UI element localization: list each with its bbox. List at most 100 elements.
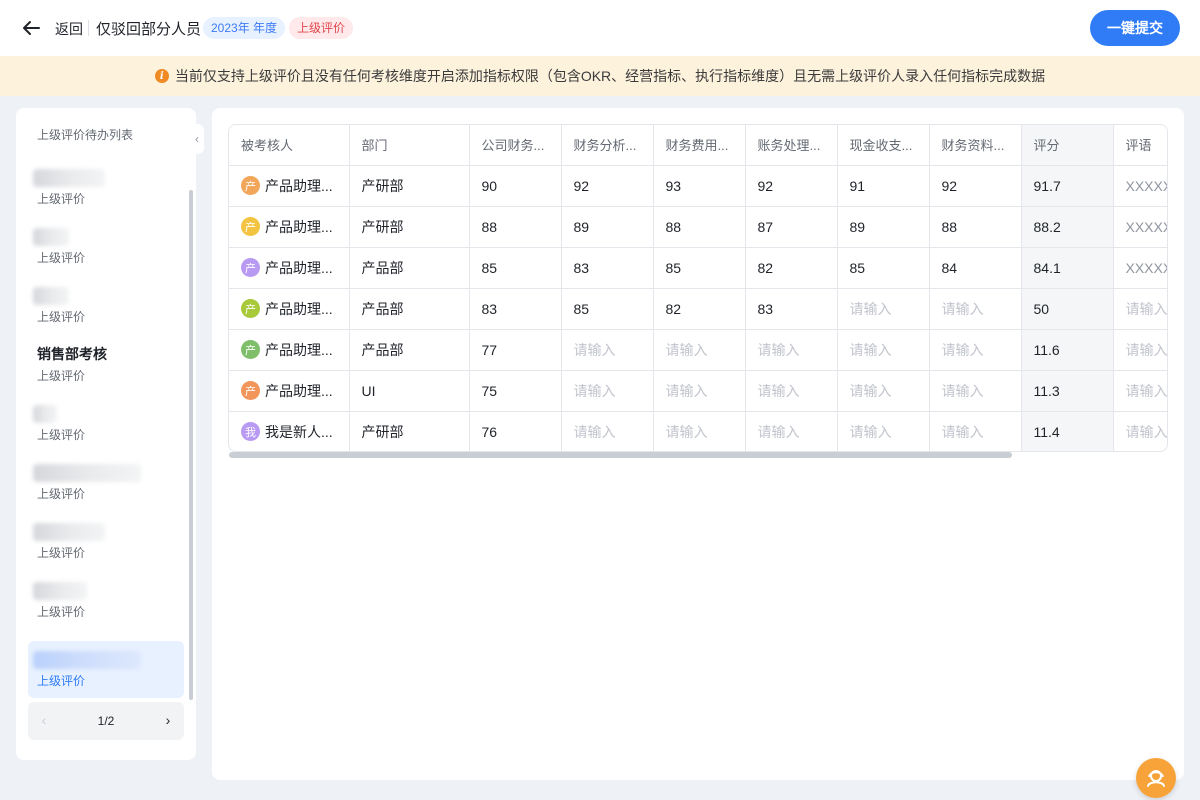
sidebar-collapse-icon[interactable]: ‹ <box>190 124 204 154</box>
employee-cell[interactable]: 我我是新人... <box>229 411 350 451</box>
column-header: 财务分析... <box>561 125 654 166</box>
sidebar-item[interactable]: 上级评价 <box>28 159 184 216</box>
avatar: 产 <box>241 299 260 318</box>
sidebar: 上级评价待办列表 上级评价 上级评价 上级评价 销售部考核 上级评价 上级评价 上级评价 上级… <box>16 108 196 760</box>
score-input-cell[interactable]: 92 <box>561 165 654 207</box>
total-score-cell: 88.2 <box>1021 206 1114 248</box>
score-input-cell[interactable]: 77 <box>469 329 562 371</box>
employee-cell[interactable]: 产产品助理... <box>229 165 350 207</box>
sidebar-item[interactable]: 上级评价 <box>28 513 184 570</box>
sidebar-item[interactable]: 销售部考核 上级评价 <box>28 336 184 393</box>
score-input-cell[interactable]: 89 <box>561 206 654 248</box>
submit-all-button[interactable]: 一键提交 <box>1090 10 1180 46</box>
score-input-cell[interactable]: 83 <box>745 288 838 330</box>
headset-icon <box>1147 770 1165 787</box>
score-input-cell[interactable]: 请输入 <box>745 370 838 412</box>
department-cell: 产品部 <box>349 329 470 371</box>
score-input-cell[interactable]: 请输入 <box>837 288 930 330</box>
score-input-cell[interactable]: 请输入 <box>837 411 930 451</box>
sidebar-item[interactable]: 上级评价 <box>28 641 184 698</box>
employee-cell[interactable]: 产产品助理... <box>229 247 350 289</box>
comment-input-cell[interactable]: 请输入 <box>1113 411 1167 451</box>
score-input-cell[interactable]: 请输入 <box>929 411 1022 451</box>
sidebar-item-subtitle: 上级评价 <box>37 487 86 501</box>
comment-input-cell[interactable]: XXXXXX <box>1113 165 1167 207</box>
score-input-cell[interactable]: 93 <box>653 165 746 207</box>
employee-cell[interactable]: 产产品助理... <box>229 206 350 248</box>
table-row: 产产品助理... 产品部 77 请输入 请输入 请输入 请输入 请输入 11.6 请输入 <box>229 329 1167 371</box>
comment-input-cell[interactable]: XXXXXX <box>1113 247 1167 289</box>
comment-input-cell[interactable]: XXXXXX <box>1113 206 1167 248</box>
score-input-cell[interactable]: 请输入 <box>653 329 746 371</box>
back-arrow-icon[interactable] <box>20 17 42 39</box>
department-cell: 产品部 <box>349 247 470 289</box>
sidebar-item-name-redacted <box>33 405 57 423</box>
score-input-cell[interactable]: 88 <box>929 206 1022 248</box>
sidebar-item[interactable]: 上级评价 <box>28 454 184 511</box>
score-input-cell[interactable]: 请输入 <box>929 370 1022 412</box>
score-input-cell[interactable]: 83 <box>561 247 654 289</box>
comment-input-cell[interactable]: 请输入 <box>1113 288 1167 330</box>
eval-type-tag: 上级评价 <box>289 17 354 39</box>
employee-cell[interactable]: 产产品助理... <box>229 288 350 330</box>
score-input-cell[interactable]: 85 <box>653 247 746 289</box>
sidebar-item-subtitle: 上级评价 <box>37 310 86 324</box>
score-input-cell[interactable]: 92 <box>745 165 838 207</box>
score-input-cell[interactable]: 85 <box>561 288 654 330</box>
score-input-cell[interactable]: 请输入 <box>653 370 746 412</box>
column-header: 财务费用... <box>653 125 746 166</box>
department-cell: 产研部 <box>349 206 470 248</box>
score-input-cell[interactable]: 88 <box>469 206 562 248</box>
employee-name: 产品助理... <box>265 177 333 194</box>
score-input-cell[interactable]: 82 <box>745 247 838 289</box>
sidebar-item-name-redacted <box>33 651 141 669</box>
score-input-cell[interactable]: 请输入 <box>837 370 930 412</box>
score-input-cell[interactable]: 82 <box>653 288 746 330</box>
pager-next-icon[interactable]: › <box>161 712 175 730</box>
comment-input-cell[interactable]: 请输入 <box>1113 329 1167 371</box>
employee-cell[interactable]: 产产品助理... <box>229 370 350 412</box>
comment-input-cell[interactable]: 请输入 <box>1113 370 1167 412</box>
score-input-cell[interactable]: 75 <box>469 370 562 412</box>
score-input-cell[interactable]: 请输入 <box>929 288 1022 330</box>
score-input-cell[interactable]: 请输入 <box>561 329 654 371</box>
sidebar-item-name-redacted <box>33 523 105 541</box>
sidebar-item[interactable]: 上级评价 <box>28 218 184 275</box>
sidebar-item-subtitle: 上级评价 <box>37 546 86 560</box>
score-input-cell[interactable]: 87 <box>745 206 838 248</box>
score-input-cell[interactable]: 84 <box>929 247 1022 289</box>
score-input-cell[interactable]: 请输入 <box>745 329 838 371</box>
employee-cell[interactable]: 产产品助理... <box>229 329 350 371</box>
score-input-cell[interactable]: 请输入 <box>837 329 930 371</box>
sidebar-item-subtitle: 上级评价 <box>37 674 86 688</box>
sidebar-item[interactable]: 上级评价 <box>28 395 184 452</box>
score-input-cell[interactable]: 请输入 <box>745 411 838 451</box>
employee-name: 产品助理... <box>265 300 333 317</box>
score-input-cell[interactable]: 请输入 <box>929 329 1022 371</box>
score-input-cell[interactable]: 请输入 <box>561 370 654 412</box>
score-input-cell[interactable]: 89 <box>837 206 930 248</box>
employee-name: 产品助理... <box>265 341 333 358</box>
column-header: 部门 <box>349 125 470 166</box>
avatar: 产 <box>241 340 260 359</box>
customer-service-icon[interactable] <box>1136 758 1176 798</box>
score-input-cell[interactable]: 83 <box>469 288 562 330</box>
department-cell: 产品部 <box>349 288 470 330</box>
score-input-cell[interactable]: 请输入 <box>561 411 654 451</box>
score-input-cell[interactable]: 76 <box>469 411 562 451</box>
score-input-cell[interactable]: 85 <box>469 247 562 289</box>
avatar: 产 <box>241 217 260 236</box>
back-link[interactable]: 返回 <box>55 19 83 39</box>
sidebar-item-name-redacted <box>33 169 105 187</box>
sidebar-item[interactable]: 上级评价 <box>28 572 184 629</box>
score-input-cell[interactable]: 92 <box>929 165 1022 207</box>
score-input-cell[interactable]: 91 <box>837 165 930 207</box>
page-title: 仅驳回部分人员 <box>96 21 202 38</box>
table-horizontal-scrollbar[interactable] <box>229 452 1012 458</box>
score-input-cell[interactable]: 88 <box>653 206 746 248</box>
score-input-cell[interactable]: 85 <box>837 247 930 289</box>
score-input-cell[interactable]: 90 <box>469 165 562 207</box>
sidebar-item[interactable]: 上级评价 <box>28 277 184 334</box>
sidebar-scrollbar[interactable] <box>189 190 193 700</box>
score-input-cell[interactable]: 请输入 <box>653 411 746 451</box>
